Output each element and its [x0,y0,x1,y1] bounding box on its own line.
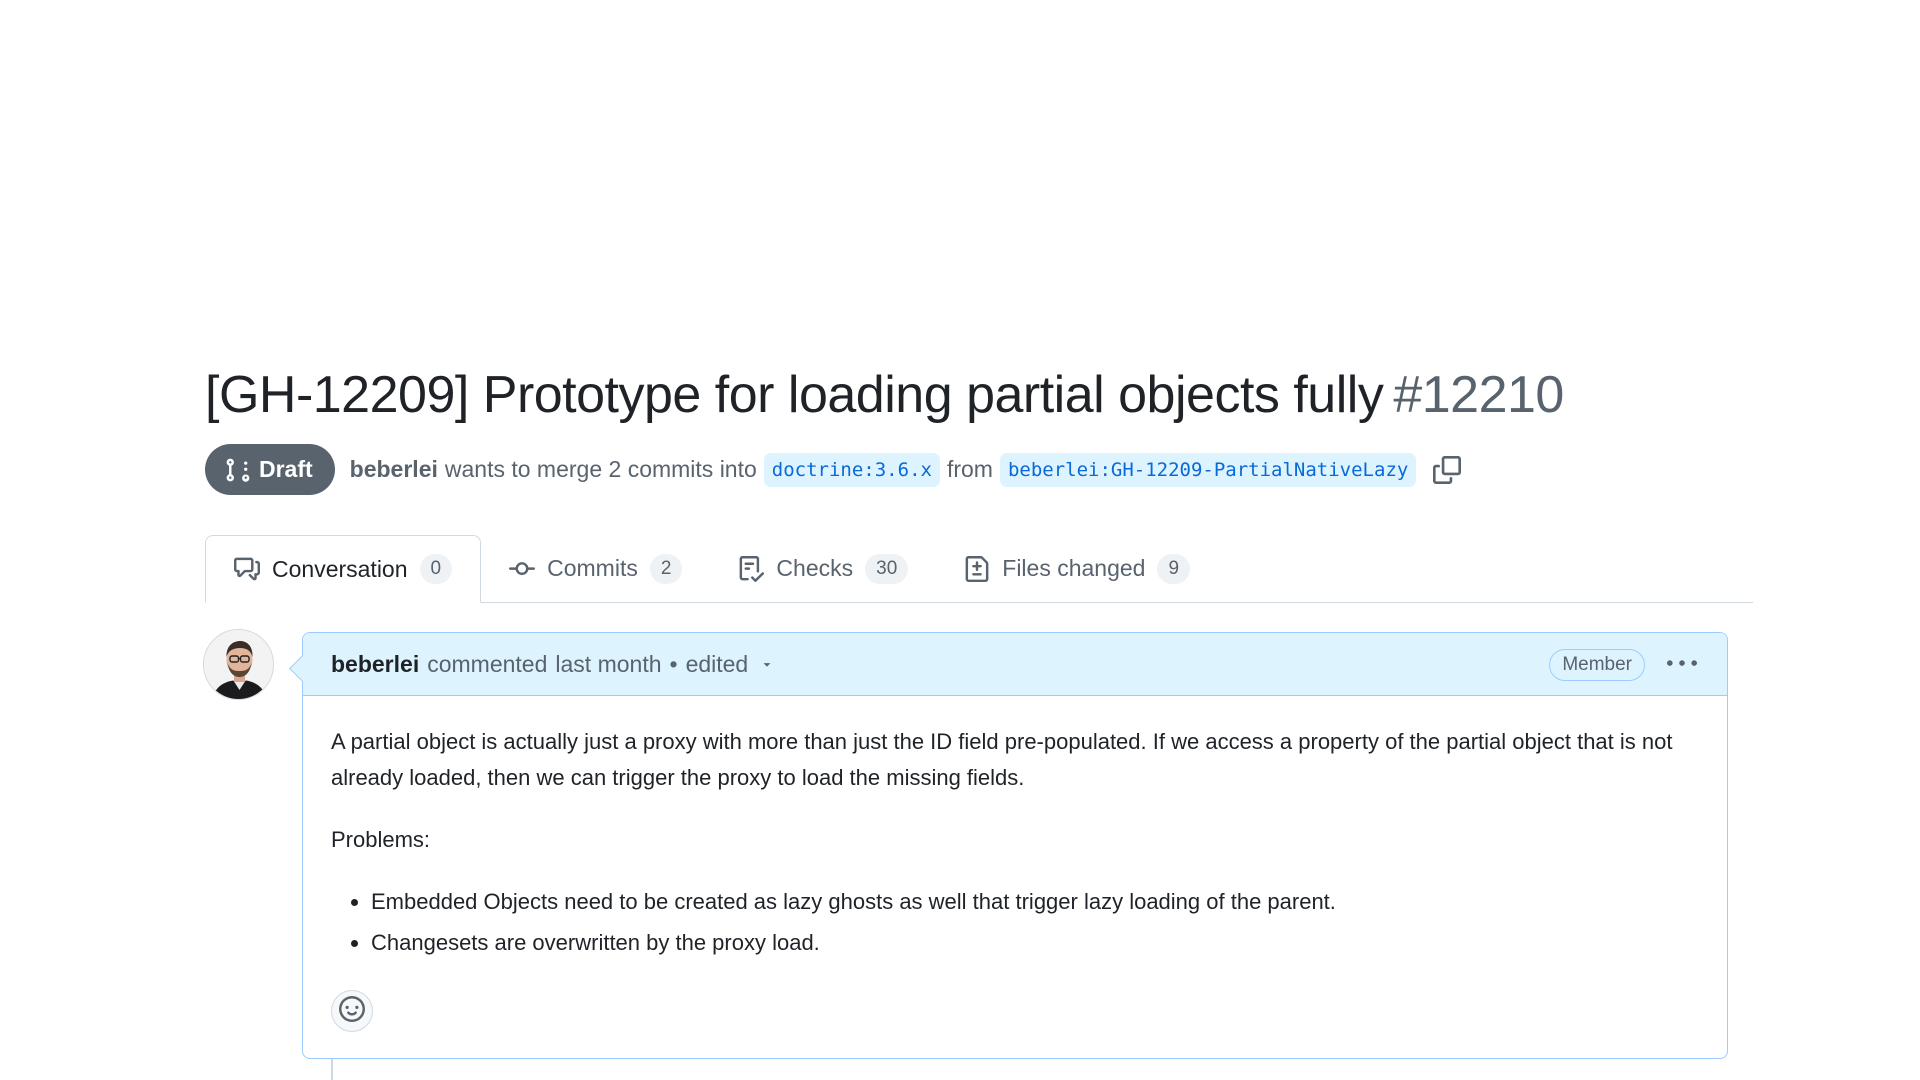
pr-meta: Draft beberlei wants to merge 2 commits … [205,444,1462,495]
avatar[interactable] [203,629,274,700]
caret-down-icon[interactable] [760,657,774,671]
comment-list-item: Embedded Objects need to be created as l… [371,884,1699,920]
comment-separator: • [669,650,678,677]
kebab-horizontal-icon[interactable] [1665,649,1699,679]
tab-files-changed-count: 9 [1157,553,1191,584]
comment-timestamp-link[interactable]: last month [555,651,661,678]
pr-number: #12210 [1393,366,1564,424]
merge-text: wants to merge 2 commits into [444,456,757,482]
add-reaction-button[interactable] [331,990,373,1032]
tab-files-changed-label: Files changed [1002,555,1146,581]
member-badge: Member [1549,649,1645,681]
timeline-line [331,1059,333,1080]
from-text: from [946,456,993,482]
smiley-icon [339,995,365,1027]
comment: beberlei commented last month • edited M… [302,632,1728,1059]
tab-commits[interactable]: Commits 2 [481,535,710,602]
tab-checks-label: Checks [776,555,854,581]
tab-conversation[interactable]: Conversation 0 [205,535,482,603]
git-commit-icon [509,556,547,582]
head-branch[interactable]: beberlei:GH-12209-PartialNativeLazy [999,452,1417,487]
draft-status-badge: Draft [205,444,335,495]
comment-action: commented [427,650,548,677]
pr-tabs: Conversation 0 Commits 2 Checks 30 Files… [205,535,1753,603]
comment-paragraph: Problems: [331,827,431,852]
comment-body: A partial object is actually just a prox… [303,696,1727,961]
tab-files-changed[interactable]: Files changed 9 [936,535,1218,602]
draft-label: Draft [259,456,313,482]
pr-title-text: [GH-12209] Prototype for loading partial… [205,366,1384,424]
tab-checks[interactable]: Checks 30 [710,535,936,602]
checklist-icon [738,555,776,582]
tab-checks-count: 30 [865,553,909,584]
tab-conversation-count: 0 [419,554,453,584]
pr-title: [GH-12209] Prototype for loading partial… [205,365,1564,425]
tab-conversation-label: Conversation [272,555,408,582]
git-pull-request-draft-icon [225,457,251,483]
comment-header: beberlei commented last month • edited M… [303,633,1727,696]
pr-author-link[interactable]: beberlei [350,456,438,483]
file-diff-icon [964,555,1002,582]
comment-discussion-icon [234,556,272,582]
base-branch[interactable]: doctrine:3.6.x [763,452,940,487]
copy-icon[interactable] [1433,455,1462,484]
tab-commits-count: 2 [649,553,683,584]
comment-author-link[interactable]: beberlei [331,651,419,678]
comment-list: Embedded Objects need to be created as l… [331,884,1699,961]
comment-edited-label[interactable]: edited [686,651,749,678]
comment-paragraph: A partial object is actually just a prox… [331,729,1673,790]
comment-list-item: Changesets are overwritten by the proxy … [371,925,1699,961]
tab-commits-label: Commits [547,555,638,581]
merge-info: beberlei wants to merge 2 commits into d… [350,452,1462,487]
